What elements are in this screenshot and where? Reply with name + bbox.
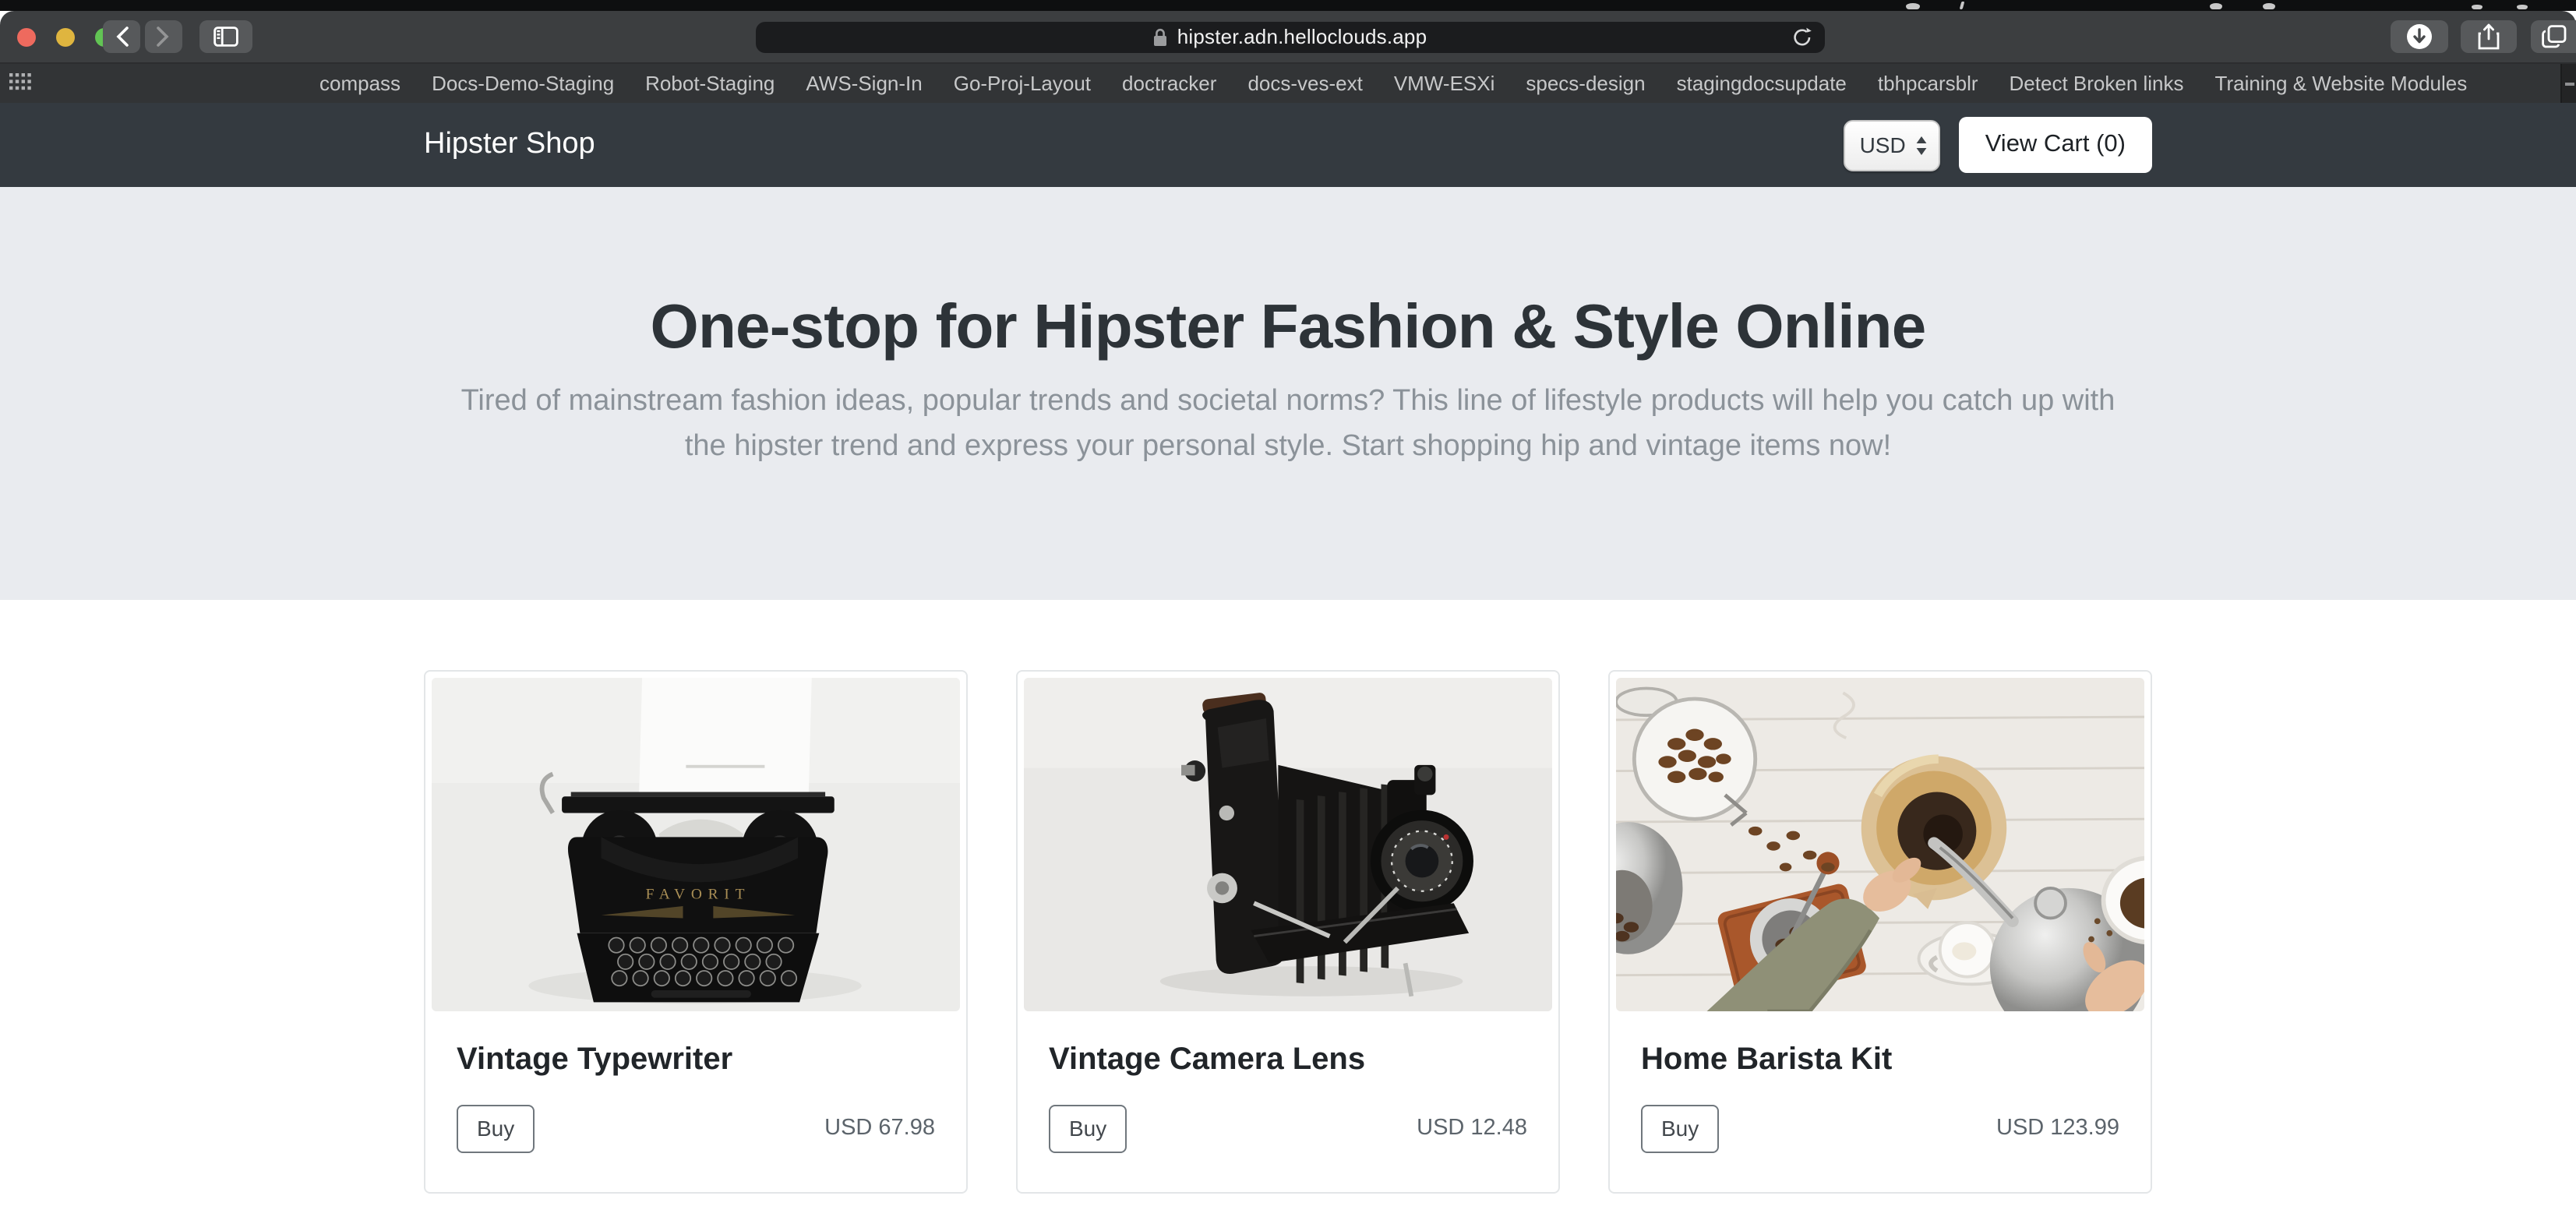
bookmark-item[interactable]: compass — [319, 72, 401, 95]
bookmark-item[interactable]: VMW-ESXi — [1394, 72, 1495, 95]
product-card-body: Home Barista Kit Buy USD 123.99 — [1610, 1018, 2151, 1184]
product-section: FAVORIT Vint — [0, 600, 2576, 1194]
menubar-icon-fragment — [1906, 3, 1920, 9]
barista-illustration — [1616, 678, 2144, 1011]
product-name: Vintage Camera Lens — [1049, 1042, 1527, 1078]
hero-subtitle: Tired of mainstream fashion ideas, popul… — [446, 379, 2130, 469]
buy-button[interactable]: Buy — [1641, 1105, 1719, 1153]
hero-title: One-stop for Hipster Fashion & Style Onl… — [0, 290, 2576, 365]
bookmarks-grid-icon[interactable] — [9, 73, 31, 90]
macos-menubar-strip — [0, 0, 2576, 11]
window-controls — [17, 11, 114, 62]
sidebar-toggle-button[interactable] — [199, 20, 252, 53]
tab-overview-icon — [2541, 25, 2566, 48]
buy-button[interactable]: Buy — [457, 1105, 535, 1153]
product-name: Home Barista Kit — [1641, 1042, 2119, 1078]
product-price: USD 123.99 — [1996, 1116, 2119, 1141]
bookmark-item[interactable]: specs-design — [1526, 72, 1645, 95]
sidebar-icon — [213, 26, 238, 47]
menubar-icon-fragment — [2210, 3, 2222, 9]
bookmark-item[interactable]: Robot-Staging — [645, 72, 775, 95]
currency-select[interactable]: USD — [1844, 119, 1940, 171]
bookmarks-bar: compass Docs-Demo-Staging Robot-Staging … — [0, 62, 2576, 103]
product-photo-typewriter: FAVORIT — [432, 678, 960, 1011]
header-actions: USD View Cart (0) — [1844, 118, 2152, 173]
product-card-vintage-typewriter[interactable]: FAVORIT Vint — [424, 670, 968, 1194]
lock-icon — [1154, 27, 1168, 46]
reload-icon[interactable] — [1792, 26, 1812, 48]
chevron-right-icon — [156, 26, 170, 47]
product-photo-camera — [1024, 678, 1552, 1011]
hero-banner: One-stop for Hipster Fashion & Style Onl… — [0, 187, 2576, 600]
product-price: USD 12.48 — [1417, 1116, 1527, 1141]
bookmarks-list: compass Docs-Demo-Staging Robot-Staging … — [319, 72, 2467, 95]
view-cart-button[interactable]: View Cart (0) — [1959, 118, 2152, 173]
select-spinner-icon — [1915, 135, 1928, 155]
bookmark-item[interactable]: Docs-Demo-Staging — [432, 72, 614, 95]
shop-brand[interactable]: Hipster Shop — [424, 128, 595, 162]
product-grid: FAVORIT Vint — [424, 670, 2152, 1194]
download-icon — [2405, 23, 2432, 50]
menubar-icon-fragment — [1960, 2, 1965, 9]
typewriter-illustration: FAVORIT — [432, 678, 960, 1011]
bookmark-item[interactable]: Detect Broken links — [2010, 72, 2184, 95]
webpage-viewport: Hipster Shop USD View Cart (0) One-stop … — [0, 103, 2576, 1231]
address-bar[interactable]: hipster.adn.helloclouds.app — [756, 21, 1825, 52]
bookmarks-overflow-button[interactable] — [2560, 64, 2576, 103]
camera-illustration — [1024, 678, 1552, 1011]
overflow-dash-icon — [2565, 83, 2574, 86]
currency-value: USD — [1860, 132, 1906, 157]
product-card-body: Vintage Camera Lens Buy USD 12.48 — [1018, 1018, 1558, 1184]
product-card-vintage-camera-lens[interactable]: Vintage Camera Lens Buy USD 12.48 — [1016, 670, 1560, 1194]
share-button[interactable] — [2460, 20, 2516, 53]
typewriter-brand-text: FAVORIT — [646, 886, 751, 902]
safari-window: hipster.adn.helloclouds.app — [0, 0, 2576, 1231]
bookmark-item[interactable]: Go-Proj-Layout — [954, 72, 1091, 95]
product-price: USD 67.98 — [824, 1116, 935, 1141]
bookmark-item[interactable]: AWS-Sign-In — [806, 72, 922, 95]
shop-header: Hipster Shop USD View Cart (0) — [0, 103, 2576, 187]
bookmark-item[interactable]: Training & Website Modules — [2215, 72, 2468, 95]
close-window-button[interactable] — [17, 27, 36, 46]
back-button[interactable] — [103, 20, 140, 53]
product-photo-barista — [1616, 678, 2144, 1011]
product-name: Vintage Typewriter — [457, 1042, 935, 1078]
bookmark-item[interactable]: docs-ves-ext — [1247, 72, 1362, 95]
url-text: hipster.adn.helloclouds.app — [1177, 25, 1427, 48]
menubar-icon-fragment — [2472, 5, 2482, 9]
minimize-window-button[interactable] — [56, 27, 75, 46]
forward-button[interactable] — [144, 20, 182, 53]
buy-button[interactable]: Buy — [1049, 1105, 1127, 1153]
bookmark-item[interactable]: doctracker — [1122, 72, 1216, 95]
bookmark-item[interactable]: tbhpcarsblr — [1878, 72, 1978, 95]
downloads-button[interactable] — [2390, 20, 2447, 53]
product-card-home-barista-kit[interactable]: Home Barista Kit Buy USD 123.99 — [1608, 670, 2152, 1194]
bookmark-item[interactable]: stagingdocsupdate — [1677, 72, 1847, 95]
share-icon — [2477, 23, 2499, 50]
browser-toolbar: hipster.adn.helloclouds.app — [0, 11, 2576, 62]
menubar-icon-fragment — [2263, 3, 2275, 9]
tab-overview-button[interactable] — [2530, 20, 2576, 53]
product-card-body: Vintage Typewriter Buy USD 67.98 — [425, 1018, 966, 1184]
chevron-left-icon — [115, 26, 129, 47]
menubar-icon-fragment — [2517, 5, 2528, 9]
